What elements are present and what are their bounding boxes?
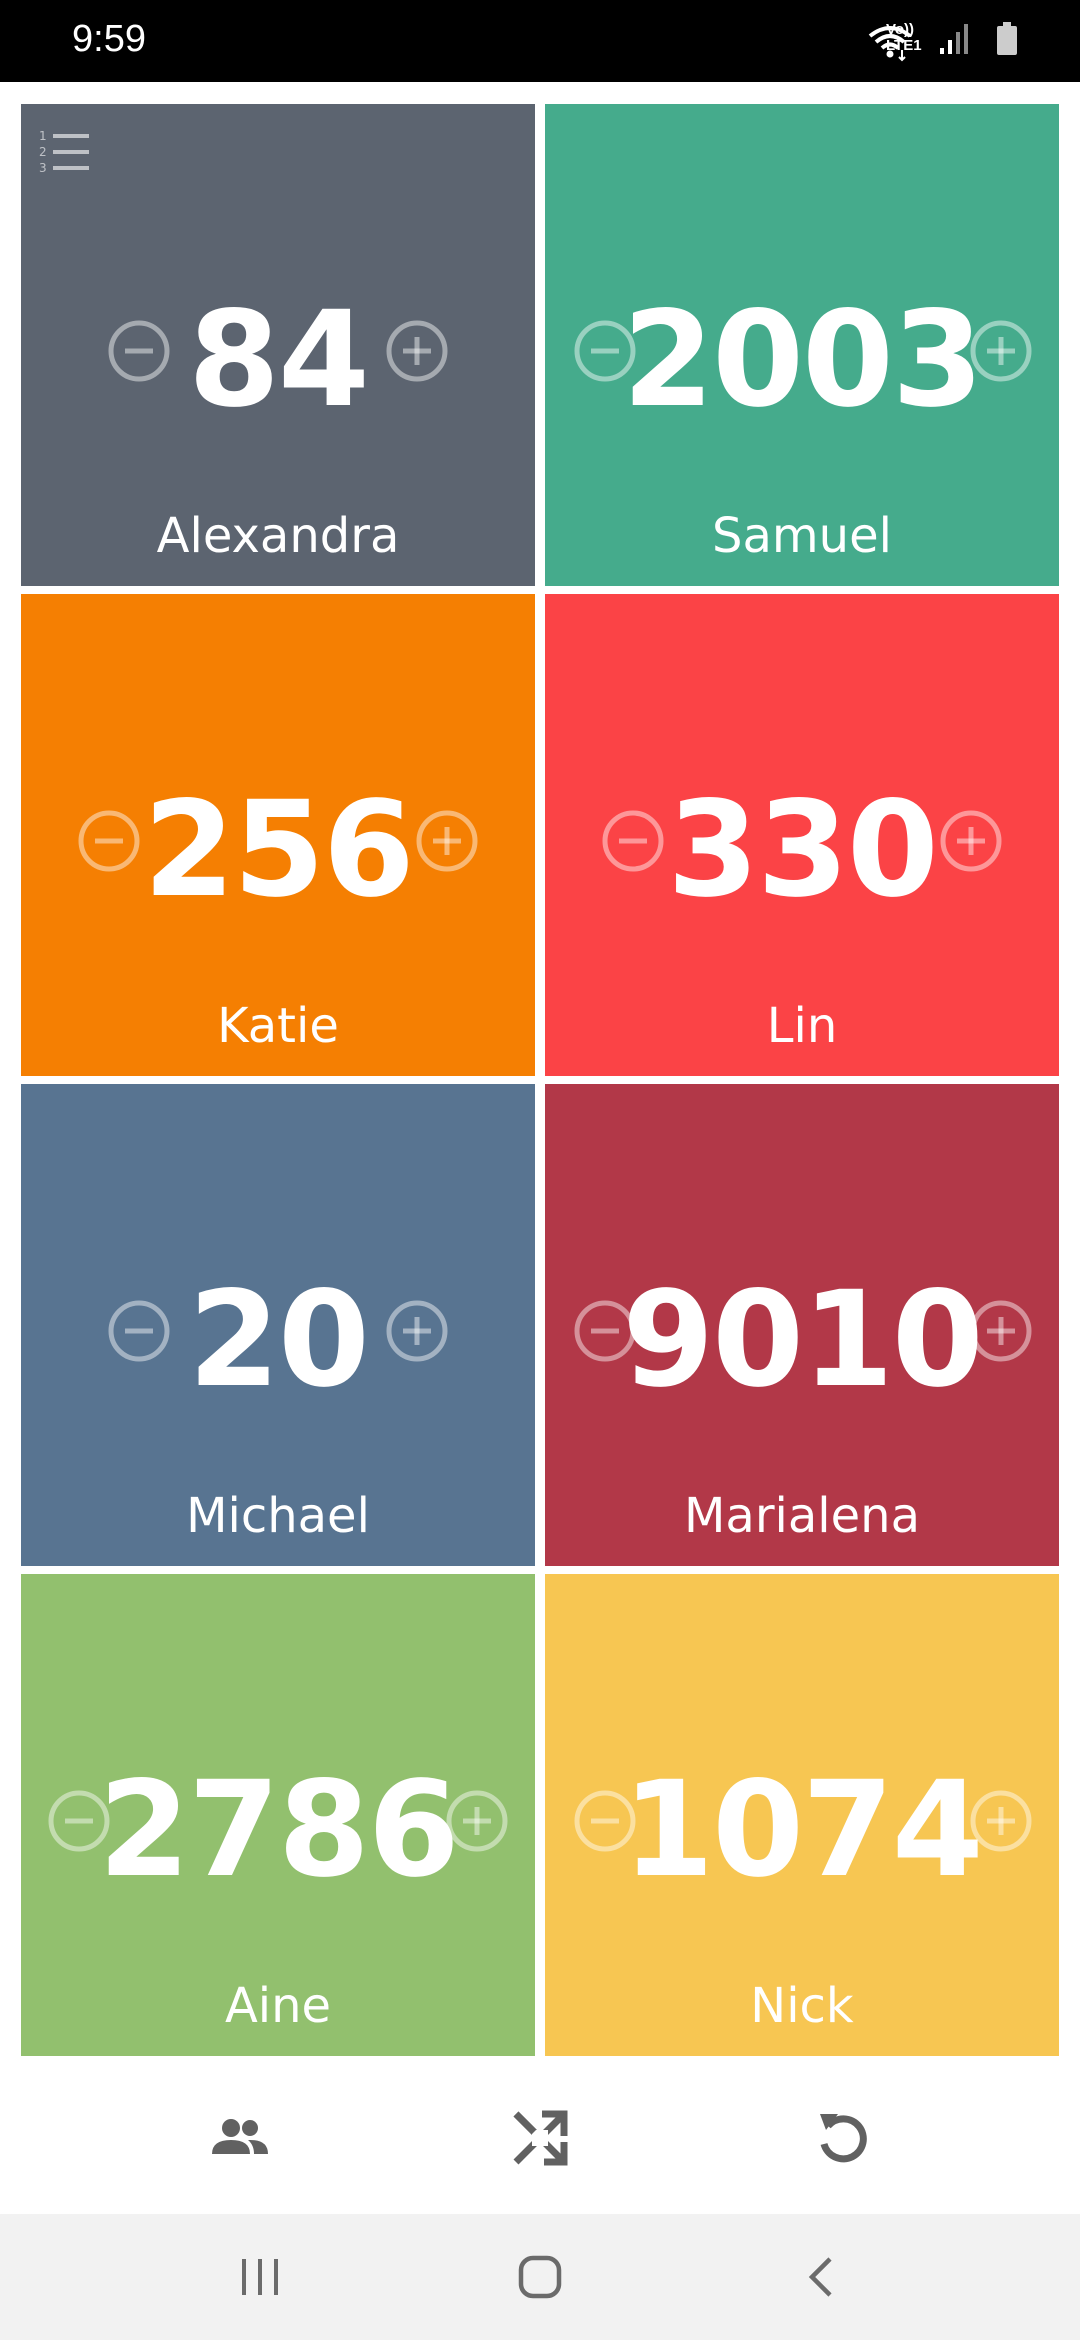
player-tile-samuel[interactable]: 2003 Samuel <box>545 104 1059 586</box>
increment-button[interactable] <box>445 1789 509 1853</box>
recent-apps-icon[interactable] <box>232 2249 288 2305</box>
lte-icon: Vo)) LTE1 <box>886 21 922 54</box>
player-name: Marialena <box>683 1488 920 1545</box>
player-tile-marialena[interactable]: 9010 Marialena <box>545 1084 1059 1566</box>
player-tile-aine[interactable]: 2786 Aine <box>21 1574 535 2056</box>
signal-icon <box>938 22 970 56</box>
player-tile-katie[interactable]: 256 Katie <box>21 594 535 1076</box>
svg-text:2: 2 <box>39 145 47 159</box>
player-name: Alexandra <box>156 508 400 565</box>
increment-button[interactable] <box>939 809 1003 873</box>
player-name: Nick <box>750 1978 854 2035</box>
reset-icon[interactable] <box>806 2102 878 2174</box>
player-tile-michael[interactable]: 20 Michael <box>21 1084 535 1566</box>
player-name: Lin <box>766 998 838 1055</box>
increment-button[interactable] <box>415 809 479 873</box>
player-name: Katie <box>217 998 339 1055</box>
player-name: Samuel <box>712 508 892 565</box>
system-nav-bar <box>0 2214 1080 2340</box>
bottom-toolbar <box>0 2060 1080 2214</box>
player-grid: 1 2 3 84 Alexandra 2003 Samuel 256 Katie… <box>0 82 1080 2060</box>
battery-icon <box>996 22 1018 56</box>
player-score: 20 <box>188 1263 370 1417</box>
player-tile-nick[interactable]: 1074 Nick <box>545 1574 1059 2056</box>
increment-button[interactable] <box>385 1299 449 1363</box>
player-score: 84 <box>188 283 370 437</box>
status-time: 9:59 <box>72 18 146 60</box>
back-icon[interactable] <box>794 2249 850 2305</box>
player-tile-alexandra[interactable]: 1 2 3 84 Alexandra <box>21 104 535 586</box>
player-name: Aine <box>224 1978 332 2035</box>
svg-text:1: 1 <box>39 129 47 143</box>
numbered-list-icon[interactable]: 1 2 3 <box>37 126 93 178</box>
increment-button[interactable] <box>969 1299 1033 1363</box>
people-icon[interactable] <box>204 2102 276 2174</box>
shuffle-icon[interactable] <box>504 2102 576 2174</box>
player-name: Michael <box>186 1488 370 1545</box>
increment-button[interactable] <box>969 319 1033 383</box>
increment-button[interactable] <box>969 1789 1033 1853</box>
increment-button[interactable] <box>385 319 449 383</box>
status-bar: 9:59 Vo)) LTE1 <box>0 0 1080 82</box>
home-icon[interactable] <box>512 2249 568 2305</box>
svg-text:3: 3 <box>39 161 47 175</box>
player-tile-lin[interactable]: 330 Lin <box>545 594 1059 1076</box>
